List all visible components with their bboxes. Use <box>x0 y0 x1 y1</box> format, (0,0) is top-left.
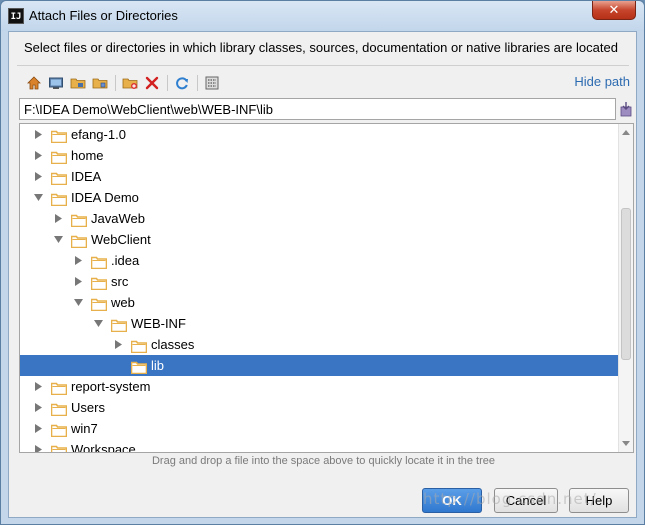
tree-row-label: lib <box>151 358 165 373</box>
toolbar-separator <box>197 75 198 91</box>
module-folder-icon[interactable] <box>91 74 109 92</box>
tree-row[interactable]: home <box>20 145 618 166</box>
expanded-arrow-icon[interactable] <box>72 292 84 313</box>
tree-row[interactable]: Users <box>20 397 618 418</box>
tree-row-selected[interactable]: lib <box>20 355 618 376</box>
tree-row[interactable]: IDEA <box>20 166 618 187</box>
title-bar[interactable]: IJ Attach Files or Directories ✕ <box>1 1 644 31</box>
folder-icon <box>90 296 108 312</box>
folder-icon <box>50 170 68 186</box>
expanded-arrow-icon[interactable] <box>92 313 104 334</box>
collapsed-arrow-icon[interactable] <box>32 397 44 418</box>
folder-icon <box>50 422 68 438</box>
folder-icon <box>50 380 68 396</box>
home-icon[interactable] <box>25 74 43 92</box>
watermark-text: http://blog.csdn.net/ <box>423 490 597 508</box>
scroll-up-icon[interactable] <box>619 125 633 139</box>
expanded-arrow-icon[interactable] <box>32 187 44 208</box>
scroll-down-icon[interactable] <box>619 437 633 451</box>
folder-icon <box>130 338 148 354</box>
drag-drop-hint: Drag and drop a file into the space abov… <box>151 455 496 467</box>
project-folder-icon[interactable] <box>69 74 87 92</box>
header-divider <box>17 65 629 66</box>
folder-icon <box>50 401 68 417</box>
window-title: Attach Files or Directories <box>29 8 178 23</box>
collapsed-arrow-icon[interactable] <box>112 334 124 355</box>
close-button[interactable]: ✕ <box>592 1 636 20</box>
tree-row[interactable]: WebClient <box>20 229 618 250</box>
collapsed-arrow-icon[interactable] <box>32 124 44 145</box>
collapsed-arrow-icon[interactable] <box>32 418 44 439</box>
tree-row[interactable]: win7 <box>20 418 618 439</box>
hide-path-link[interactable]: Hide path <box>574 74 630 89</box>
dialog-window: IJ Attach Files or Directories ✕ Select … <box>0 0 645 525</box>
tree-row-label: JavaWeb <box>91 211 145 226</box>
tree-row[interactable]: WEB-INF <box>20 313 618 334</box>
scroll-thumb[interactable] <box>621 208 631 360</box>
collapsed-arrow-icon[interactable] <box>52 208 64 229</box>
tree-row[interactable]: IDEA Demo <box>20 187 618 208</box>
tree-row[interactable]: JavaWeb <box>20 208 618 229</box>
tree-row-label: classes <box>151 337 195 352</box>
path-history-icon[interactable] <box>619 100 633 118</box>
tree-row-label: src <box>111 274 129 289</box>
folder-icon <box>50 128 68 144</box>
tree-row-label: WebClient <box>91 232 151 247</box>
tree-row[interactable]: efang-1.0 <box>20 124 618 145</box>
toolbar-separator <box>115 75 116 91</box>
folder-icon <box>130 359 148 375</box>
tree-scrollbar[interactable] <box>618 124 633 452</box>
tree-row[interactable]: report-system <box>20 376 618 397</box>
tree-row[interactable]: Workspace <box>20 439 618 453</box>
delete-icon[interactable] <box>143 74 161 92</box>
folder-icon <box>50 149 68 165</box>
folder-icon <box>110 317 128 333</box>
folder-icon <box>50 443 68 452</box>
tree-row-label: WEB-INF <box>131 316 186 331</box>
path-field[interactable] <box>19 98 616 120</box>
desktop-icon[interactable] <box>47 74 65 92</box>
tree-row-label: IDEA <box>71 169 102 184</box>
tree-row-label: Users <box>71 400 105 415</box>
folder-icon <box>70 233 88 249</box>
tree-row-label: home <box>71 148 104 163</box>
tree-row[interactable]: src <box>20 271 618 292</box>
dialog-description: Select files or directories in which lib… <box>24 40 618 55</box>
collapsed-arrow-icon[interactable] <box>32 439 44 452</box>
tree-row-label: Workspace <box>71 442 136 453</box>
collapsed-arrow-icon[interactable] <box>32 376 44 397</box>
collapsed-arrow-icon[interactable] <box>72 271 84 292</box>
tree-row-label: .idea <box>111 253 140 268</box>
folder-icon <box>50 191 68 207</box>
collapsed-arrow-icon[interactable] <box>32 166 44 187</box>
tree-row-label: win7 <box>71 421 98 436</box>
file-chooser-toolbar <box>23 72 343 94</box>
show-hidden-icon[interactable] <box>203 74 221 92</box>
tree-row[interactable]: .idea <box>20 250 618 271</box>
folder-icon <box>90 275 108 291</box>
dialog-content: Select files or directories in which lib… <box>8 31 637 518</box>
collapsed-arrow-icon[interactable] <box>32 145 44 166</box>
folder-icon <box>70 212 88 228</box>
refresh-icon[interactable] <box>173 74 191 92</box>
collapsed-arrow-icon[interactable] <box>72 250 84 271</box>
tree-row[interactable]: classes <box>20 334 618 355</box>
expanded-arrow-icon[interactable] <box>52 229 64 250</box>
tree-row-label: web <box>111 295 135 310</box>
new-folder-icon[interactable] <box>121 74 139 92</box>
tree-row[interactable]: web <box>20 292 618 313</box>
intellij-app-icon: IJ <box>8 8 24 24</box>
folder-icon <box>90 254 108 270</box>
tree-row-label: efang-1.0 <box>71 127 126 142</box>
tree-row-label: report-system <box>71 379 151 394</box>
toolbar-separator <box>167 75 168 91</box>
file-tree[interactable]: efang-1.0 home IDEA IDEA Demo JavaWeb WebClie… <box>19 123 634 453</box>
tree-row-label: IDEA Demo <box>71 190 139 205</box>
